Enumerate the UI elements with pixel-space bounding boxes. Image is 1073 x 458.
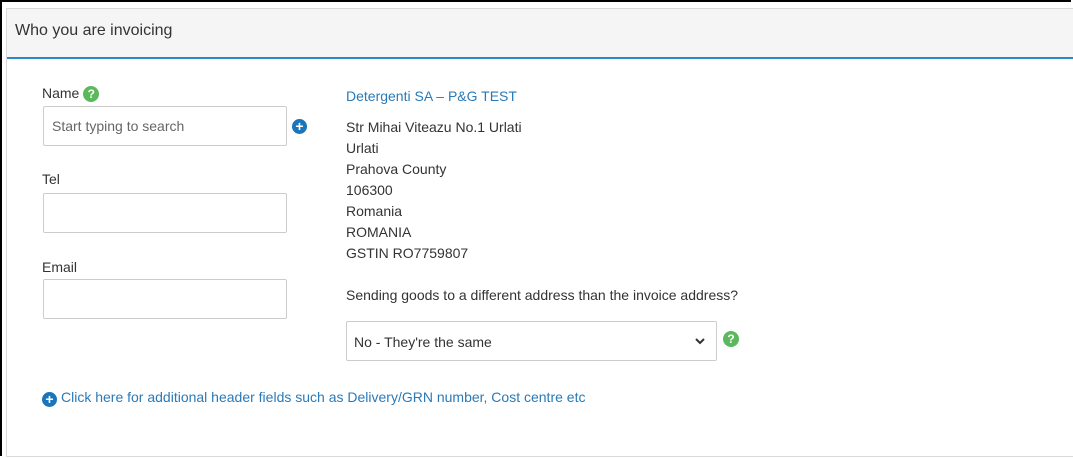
name-help-icon[interactable]: ? <box>83 86 100 103</box>
address-line: 106300 <box>346 182 393 198</box>
expand-plus-icon: + <box>42 392 57 407</box>
add-customer-icon[interactable]: + <box>292 119 307 134</box>
delivery-help-icon[interactable]: ? <box>723 331 739 347</box>
address-line: GSTIN RO7759807 <box>346 245 469 261</box>
tel-input[interactable] <box>43 193 287 233</box>
tel-label: Tel <box>42 171 60 187</box>
email-label: Email <box>42 259 78 275</box>
name-label: Name <box>42 85 80 101</box>
delivery-address-select[interactable]: No - They're the same <box>346 321 717 361</box>
delivery-question: Sending goods to a different address tha… <box>346 287 739 303</box>
address-line: ROMANIA <box>346 224 412 240</box>
address-line: Str Mihai Viteazu No.1 Urlati <box>346 119 522 135</box>
email-input[interactable] <box>43 279 287 319</box>
address-line: Prahova County <box>346 161 447 177</box>
panel-header: Who you are invoicing <box>7 9 1073 59</box>
address-line: Romania <box>346 203 403 219</box>
additional-fields-text: Click here for additional header fields … <box>61 389 586 405</box>
chevron-down-icon <box>694 330 706 355</box>
additional-fields-link[interactable]: + Click here for additional header fields… <box>42 389 585 407</box>
company-name-link[interactable]: Detergenti SA – P&G TEST <box>346 88 517 104</box>
address-line: Urlati <box>346 140 379 156</box>
name-search-input[interactable] <box>43 106 287 146</box>
name-label-row: Name ? <box>42 85 100 103</box>
panel-title: Who you are invoicing <box>15 22 173 39</box>
delivery-select-value: No - They're the same <box>354 334 492 350</box>
